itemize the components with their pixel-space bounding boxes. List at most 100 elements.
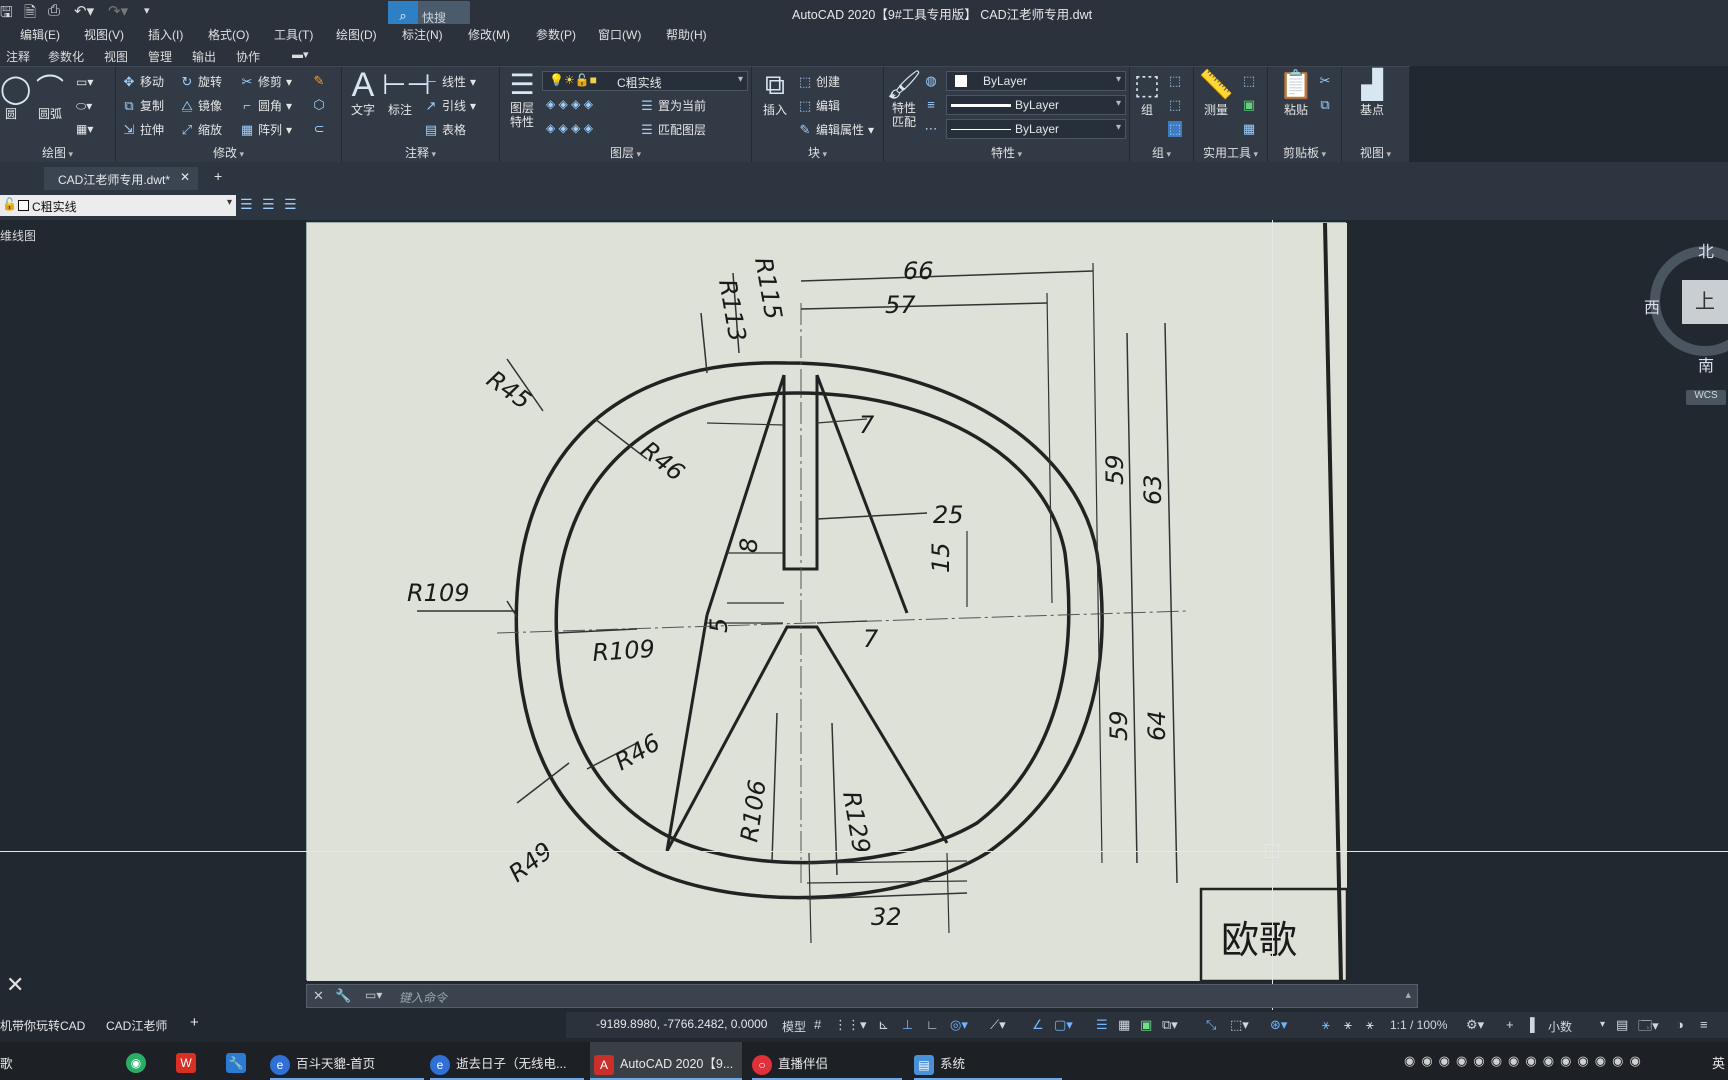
offset-icon[interactable]: ⊂ [312, 121, 326, 137]
tab-annotate[interactable]: 注释 [6, 48, 30, 65]
close-palette-icon[interactable]: ✕ [6, 972, 24, 998]
lineweight-display-icon[interactable]: ☰ [1096, 1017, 1108, 1033]
taskbar-item-wechat[interactable]: ◉ [126, 1042, 156, 1080]
hatch-icon[interactable]: ▦▾ [76, 122, 93, 136]
input-language-indicator[interactable]: 英 [1712, 1053, 1725, 1072]
snap-icon[interactable]: ⋮⋮▾ [834, 1017, 867, 1033]
menu-parametric[interactable]: 参数(P) [536, 26, 576, 43]
lineweight-icon[interactable]: ≡ [924, 97, 938, 112]
transparency-icon[interactable]: ▦ [1118, 1017, 1130, 1033]
table-button[interactable]: ▤ 表格 [424, 121, 466, 138]
system-tray-icons[interactable]: ◉◉◉◉◉◉◉◉◉◉◉◉◉◉ [1404, 1053, 1647, 1069]
group-select-icon[interactable]: ⬚ [1168, 121, 1182, 137]
command-line[interactable]: ✕ 🔧 ▭▾ 键入命令 ▴ [306, 984, 1418, 1008]
match-layer-button[interactable]: ☰ 匹配图层 [640, 121, 706, 138]
rotate-button[interactable]: ↻ 旋转 [180, 73, 222, 90]
taskbar-item-live[interactable]: ○ 直播伴侣 [752, 1042, 902, 1080]
gizmo-icon[interactable]: ⊛▾ [1270, 1017, 1287, 1033]
text-button[interactable]: A 文字 [348, 68, 378, 118]
lineweight-dropdown[interactable]: ByLayer [946, 95, 1126, 115]
stretch-button[interactable]: ⇲ 拉伸 [122, 121, 164, 138]
layer-tools-row2-icons[interactable]: ◈ ◈ ◈ ◈ [546, 121, 593, 135]
command-input[interactable]: 键入命令 [399, 989, 447, 1006]
create-block-button[interactable]: ⬚ 创建 [798, 73, 840, 90]
mirror-button[interactable]: ⧋ 镜像 [180, 97, 222, 114]
set-current-button[interactable]: ☰ 置为当前 [640, 97, 706, 114]
taskbar-item-music[interactable]: 歌 [0, 1042, 110, 1080]
ellipse-icon[interactable]: ⬭▾ [76, 99, 92, 114]
make-current-layer-icon[interactable]: ☰ [240, 196, 253, 213]
clean-screen-icon[interactable]: ≡ [1700, 1017, 1708, 1032]
tab-parametric[interactable]: 参数化 [48, 48, 84, 65]
menu-insert[interactable]: 插入(I) [148, 26, 183, 43]
linear-button[interactable]: ⊢ 线性 ▾ [424, 73, 476, 90]
object-snap-tracking-icon[interactable]: ∠ [1032, 1017, 1044, 1033]
menu-edit[interactable]: 编辑(E) [20, 26, 60, 43]
copy-clip-icon[interactable]: ⧉ [1318, 97, 1332, 113]
paste-button[interactable]: 📋 粘贴 [1278, 69, 1314, 118]
quick-select-icon[interactable]: ⬚ [1242, 73, 1256, 89]
group-edit-icon[interactable]: ⬚ [1168, 97, 1182, 113]
close-tab-icon[interactable]: ✕ [180, 170, 190, 184]
cut-icon[interactable]: ✂ [1318, 73, 1332, 89]
quick-properties-icon[interactable]: ▤ [1616, 1017, 1628, 1033]
auto-scale-icon[interactable]: ⚹ [1344, 1017, 1352, 1033]
taskbar-item-autocad[interactable]: A AutoCAD 2020【9... [590, 1042, 742, 1080]
menu-view[interactable]: 视图(V) [84, 26, 124, 43]
explode-icon[interactable]: ⬡ [312, 97, 326, 113]
ungroup-icon[interactable]: ⬚ [1168, 73, 1182, 89]
menu-window[interactable]: 窗口(W) [598, 26, 641, 43]
selection-cycling-icon[interactable]: ▣ [1140, 1017, 1152, 1033]
layer-properties-button[interactable]: ☰ 图层 特性 [504, 69, 540, 129]
measure-button[interactable]: 📏 测量 [1198, 69, 1234, 118]
viewcube-top-face[interactable]: 上 [1682, 280, 1728, 324]
layer-previous-icon[interactable]: ☰ [262, 196, 275, 213]
calculator-icon[interactable]: ▦ [1242, 121, 1256, 137]
group-button[interactable]: ⬚ 组 [1132, 69, 1162, 118]
menu-dimension[interactable]: 标注(N) [402, 26, 443, 43]
menu-format[interactable]: 格式(O) [208, 26, 249, 43]
layer-dropdown[interactable]: 💡☀🔓■ C粗实线 [542, 71, 748, 91]
layer-toolbar-dropdown[interactable]: 🔓 C粗实线 [0, 195, 236, 216]
tab-output[interactable]: 输出 [192, 48, 216, 65]
erase-icon[interactable]: ✎ [312, 73, 326, 89]
isolate-objects-icon[interactable]: ◑ [1676, 1017, 1684, 1032]
units-dropdown-arrow-icon[interactable]: ▾ [1600, 1019, 1605, 1030]
color-wheel-icon[interactable]: ◍ [924, 73, 938, 89]
match-properties-button[interactable]: 🖌 特性 匹配 [886, 69, 922, 129]
lock-ui-icon[interactable]: 🗔▾ [1638, 1017, 1659, 1039]
command-history-icon[interactable]: ▴ [1405, 988, 1411, 1001]
viewport-visual-style-label[interactable]: 维线图 [0, 227, 36, 244]
print-icon[interactable]: ⎙ [48, 2, 60, 19]
recent-commands-icon[interactable]: ▭▾ [365, 988, 382, 1002]
cursor-coordinates[interactable]: -9189.8980, -7766.2482, 0.0000 [596, 1017, 767, 1031]
selection-filter-icon[interactable]: ⬚▾ [1230, 1017, 1249, 1033]
linetype-icon[interactable]: ⋯ [924, 121, 938, 137]
taskbar-item-browser-2[interactable]: e 逝去日子（无线电... [430, 1042, 584, 1080]
undo-icon[interactable]: ↶▾ [74, 2, 94, 20]
leader-button[interactable]: ↗ 引线 ▾ [424, 97, 477, 114]
circle-button[interactable]: ◯ 圆 [0, 73, 31, 122]
new-tab-icon[interactable]: + [214, 168, 222, 184]
base-point-button[interactable]: ▟ 基点 [1354, 69, 1390, 118]
customize-quick-access-icon[interactable]: ▾ [144, 4, 150, 17]
fillet-button[interactable]: ⌐ 圆角 ▾ [240, 97, 292, 114]
workspace-gear-icon[interactable]: ⚙▾ [1466, 1017, 1484, 1033]
move-button[interactable]: ✥ 移动 [122, 73, 164, 90]
viewcube[interactable]: 北 西 南 上 WCS [1630, 236, 1728, 406]
annotation-scale-value[interactable]: 1:1 / 100% [1390, 1018, 1447, 1032]
taskbar-item-tool[interactable]: 🔧 [226, 1042, 256, 1080]
menu-draw[interactable]: 绘图(D) [336, 26, 377, 43]
layout-tab-1[interactable]: 机带你玩转CAD [0, 1017, 85, 1034]
dimension-button[interactable]: ⊢⊣ 标注 [382, 69, 431, 118]
3d-object-snap-icon[interactable]: ⧉▾ [1162, 1017, 1178, 1033]
taskbar-item-wps[interactable]: W [176, 1042, 206, 1080]
viewcube-north[interactable]: 北 [1698, 238, 1714, 262]
trim-button[interactable]: ✂ 修剪 ▾ [240, 73, 293, 90]
annotation-visibility-icon[interactable]: ⚹ [1322, 1017, 1330, 1033]
edit-attributes-button[interactable]: ✎ 编辑属性 ▾ [798, 121, 875, 138]
array-button[interactable]: ▦ 阵列 ▾ [240, 121, 292, 138]
menu-modify[interactable]: 修改(M) [468, 26, 510, 43]
color-dropdown[interactable]: ByLayer [946, 71, 1126, 91]
arc-button[interactable]: ⌒ 圆弧 [32, 73, 68, 122]
